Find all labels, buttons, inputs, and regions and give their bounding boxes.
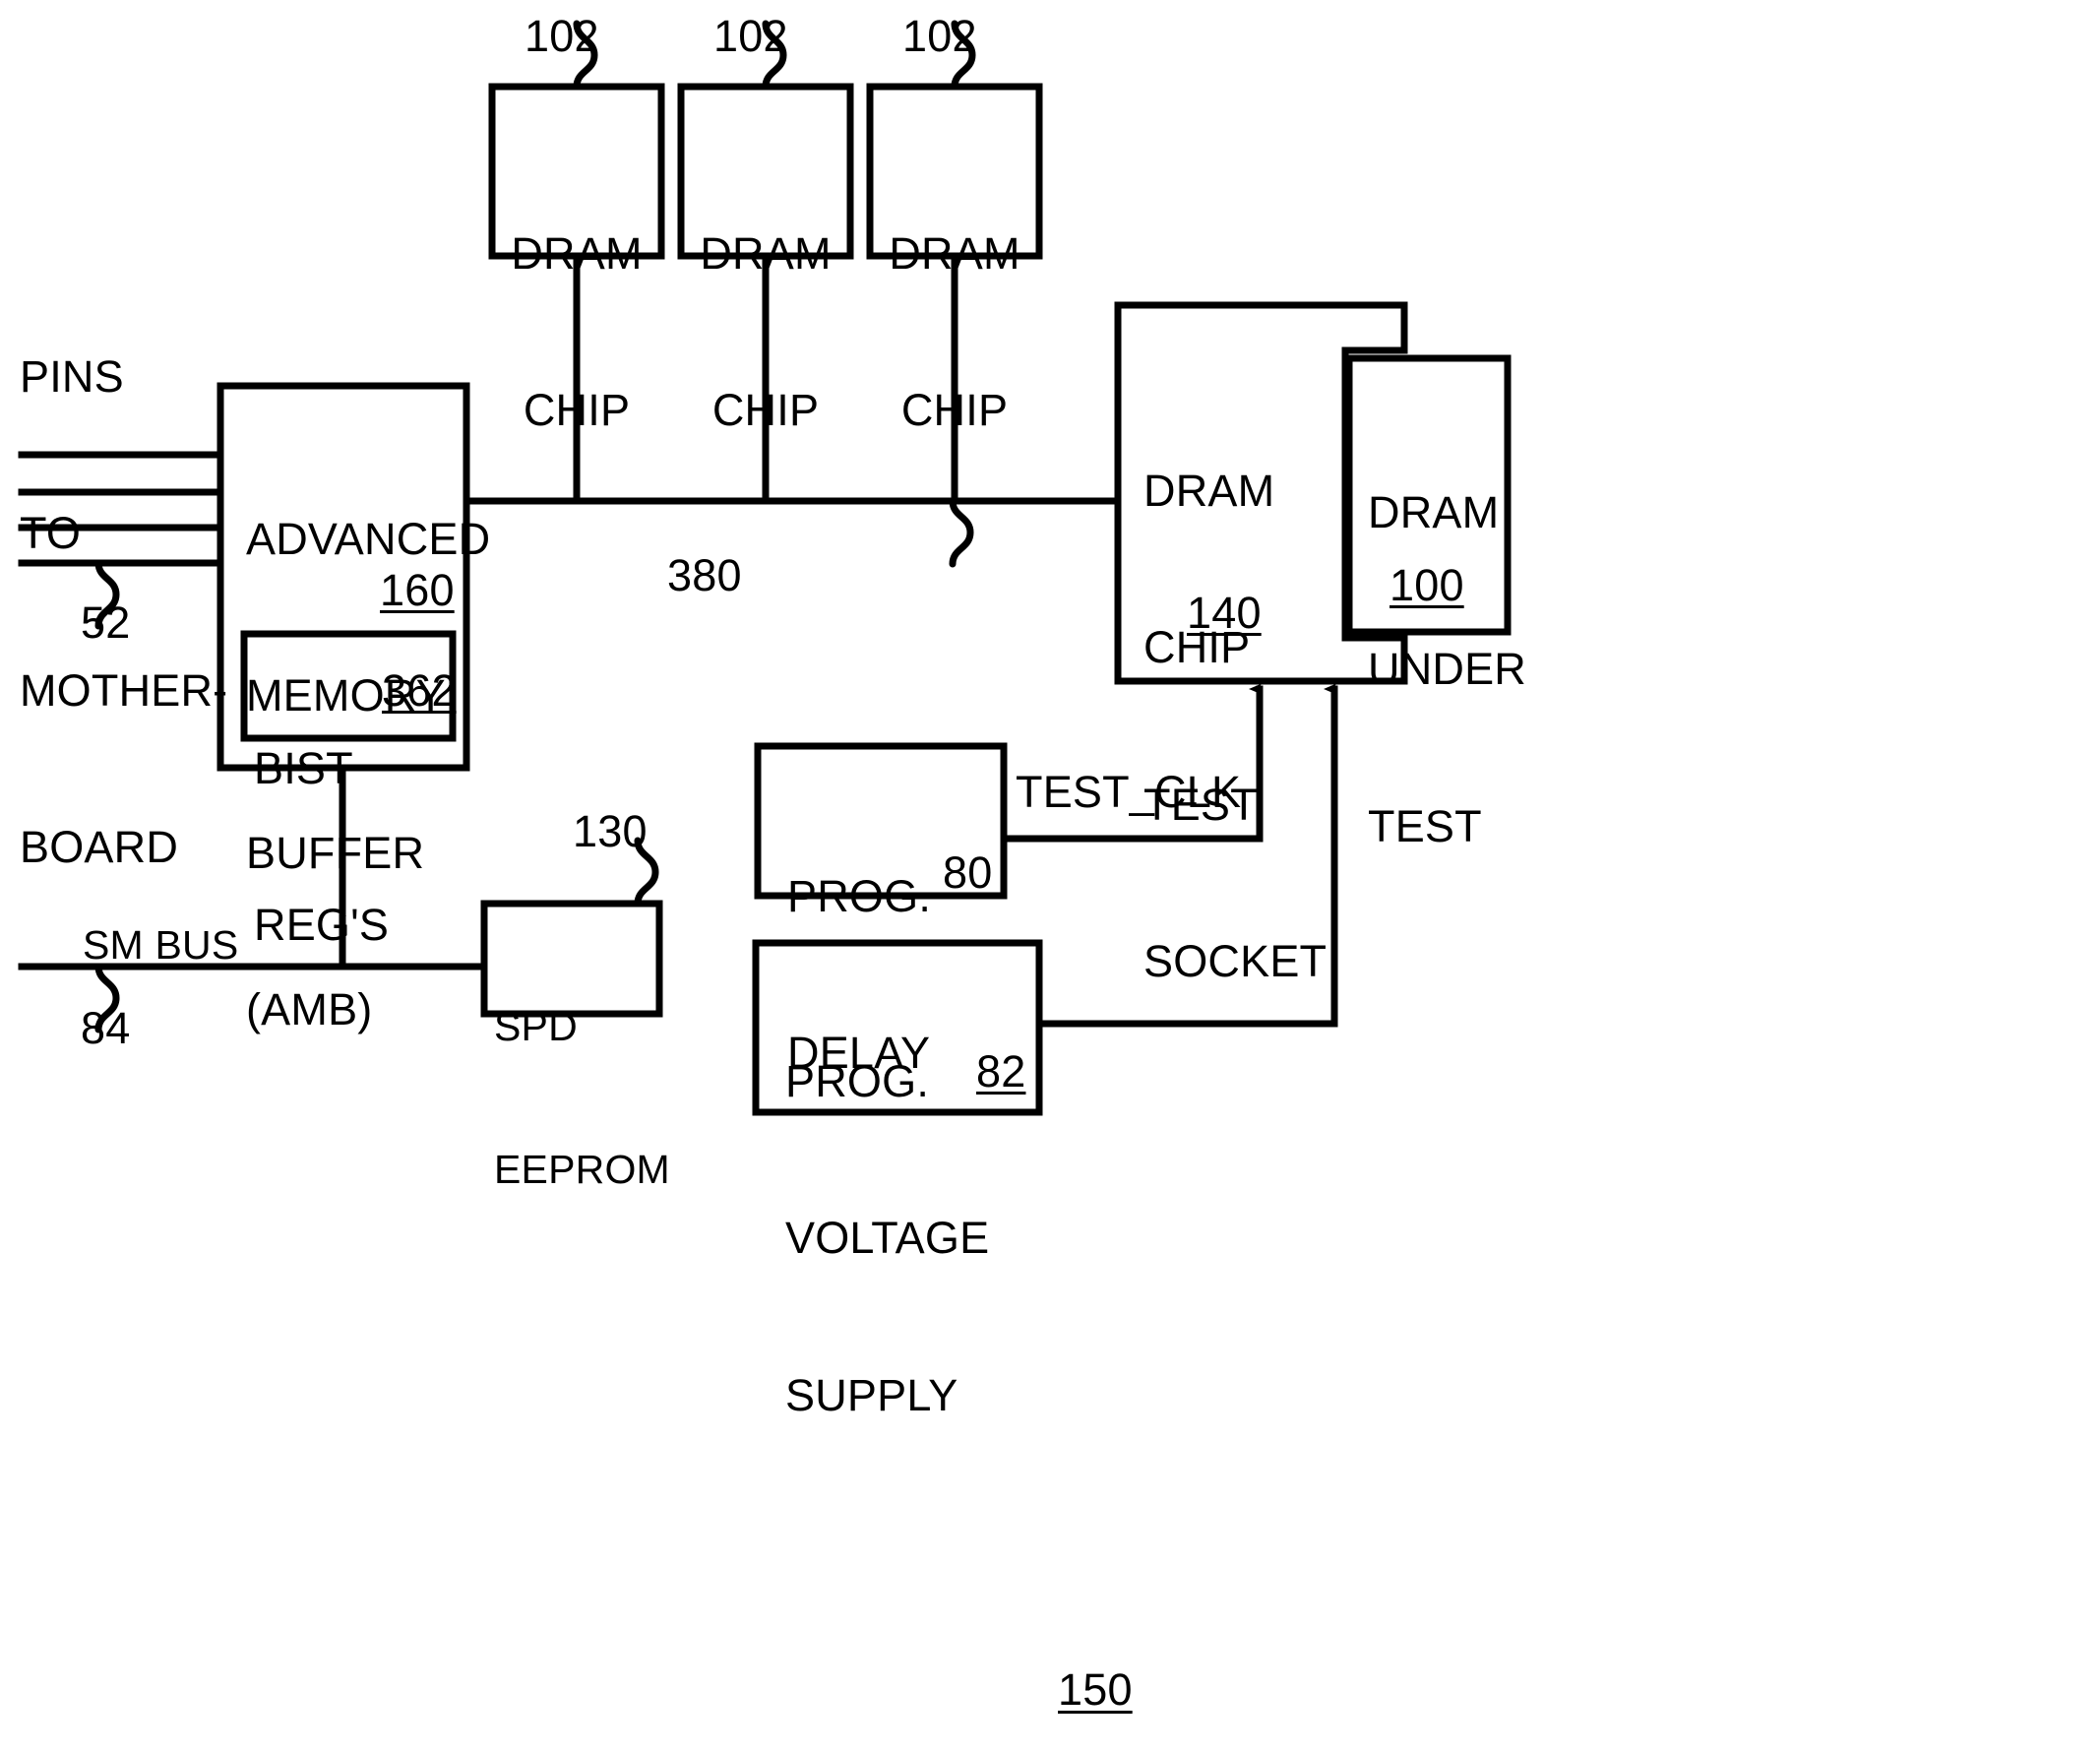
dram-chip-3-line-1: DRAM	[889, 228, 1020, 280]
prog-delay-line-1: PROG.	[787, 871, 932, 922]
bist-regs-line-1: BIST	[254, 743, 353, 794]
dram-chip-3-ref: 102	[902, 11, 977, 61]
test-socket-label: DRAM CHIP TEST SOCKET	[1143, 360, 1327, 1092]
test-clk-label: TEST_CLK	[1016, 767, 1242, 817]
dram-chip-2-line-1: DRAM	[700, 228, 832, 280]
dram-chip-1-line-2: CHIP	[523, 385, 631, 436]
sm-bus-label: SM BUS	[83, 922, 239, 968]
prog-voltage-line-3: SUPPLY	[785, 1369, 958, 1420]
ref-380-label: 380	[667, 550, 742, 600]
prog-voltage-line-2: VOLTAGE	[785, 1213, 990, 1264]
prog-voltage-ref: 82	[976, 1046, 1026, 1096]
test-socket-line-4: SOCKET	[1143, 936, 1328, 987]
pins-label-line-3: MOTHER-	[20, 664, 228, 716]
dram-under-test-label: DRAM UNDER TEST	[1368, 382, 1526, 957]
dram-chip-1-label: DRAM CHIP	[492, 123, 661, 541]
dram-chip-3-line-2: CHIP	[900, 385, 1009, 436]
bist-regs-line-2: REG'S	[254, 900, 390, 951]
figure-number: 150	[1058, 1664, 1133, 1715]
pins-label-line-4: BOARD	[20, 822, 179, 873]
pins-label-line-1: PINS	[20, 351, 124, 403]
pins-label-line-2: TO	[20, 508, 82, 559]
dram-under-test-line-1: DRAM	[1368, 487, 1500, 538]
amb-line-1: ADVANCED	[246, 514, 491, 565]
bist-regs-ref: 362	[382, 665, 457, 716]
patent-figure-150: PINS TO MOTHER- BOARD 52 DRAM CHIP 102 D…	[0, 0, 2100, 1753]
spd-eeprom-label: SPD EEPROM	[494, 908, 670, 1288]
dram-chip-1-ref: 102	[525, 11, 599, 61]
prog-voltage-line-1: PROG.	[785, 1056, 930, 1107]
dram-chip-2-line-2: CHIP	[711, 385, 820, 436]
spd-eeprom-line-1: SPD	[494, 1003, 578, 1049]
test-socket-ref: 140	[1187, 588, 1262, 638]
ref-84-label: 84	[81, 1003, 131, 1053]
dram-under-test-line-3: TEST	[1368, 800, 1482, 851]
dram-under-test-ref: 100	[1390, 560, 1464, 610]
dram-chip-1-line-1: DRAM	[511, 228, 643, 280]
spd-eeprom-ref: 130	[573, 806, 648, 856]
bist-regs-label: BIST REG'S	[254, 638, 389, 1056]
spd-eeprom-line-2: EEPROM	[494, 1146, 670, 1192]
ref-52-label: 52	[81, 597, 131, 648]
dram-chip-3-label: DRAM CHIP	[870, 123, 1039, 541]
amb-ref: 160	[380, 565, 455, 615]
prog-voltage-label: PROG. VOLTAGE SUPPLY	[785, 951, 989, 1526]
dram-chip-2-ref: 102	[713, 11, 788, 61]
dram-under-test-line-2: UNDER	[1368, 644, 1527, 695]
prog-delay-ref: 80	[943, 847, 993, 898]
test-socket-line-1: DRAM	[1143, 466, 1275, 517]
dram-chip-2-label: DRAM CHIP	[681, 123, 850, 541]
